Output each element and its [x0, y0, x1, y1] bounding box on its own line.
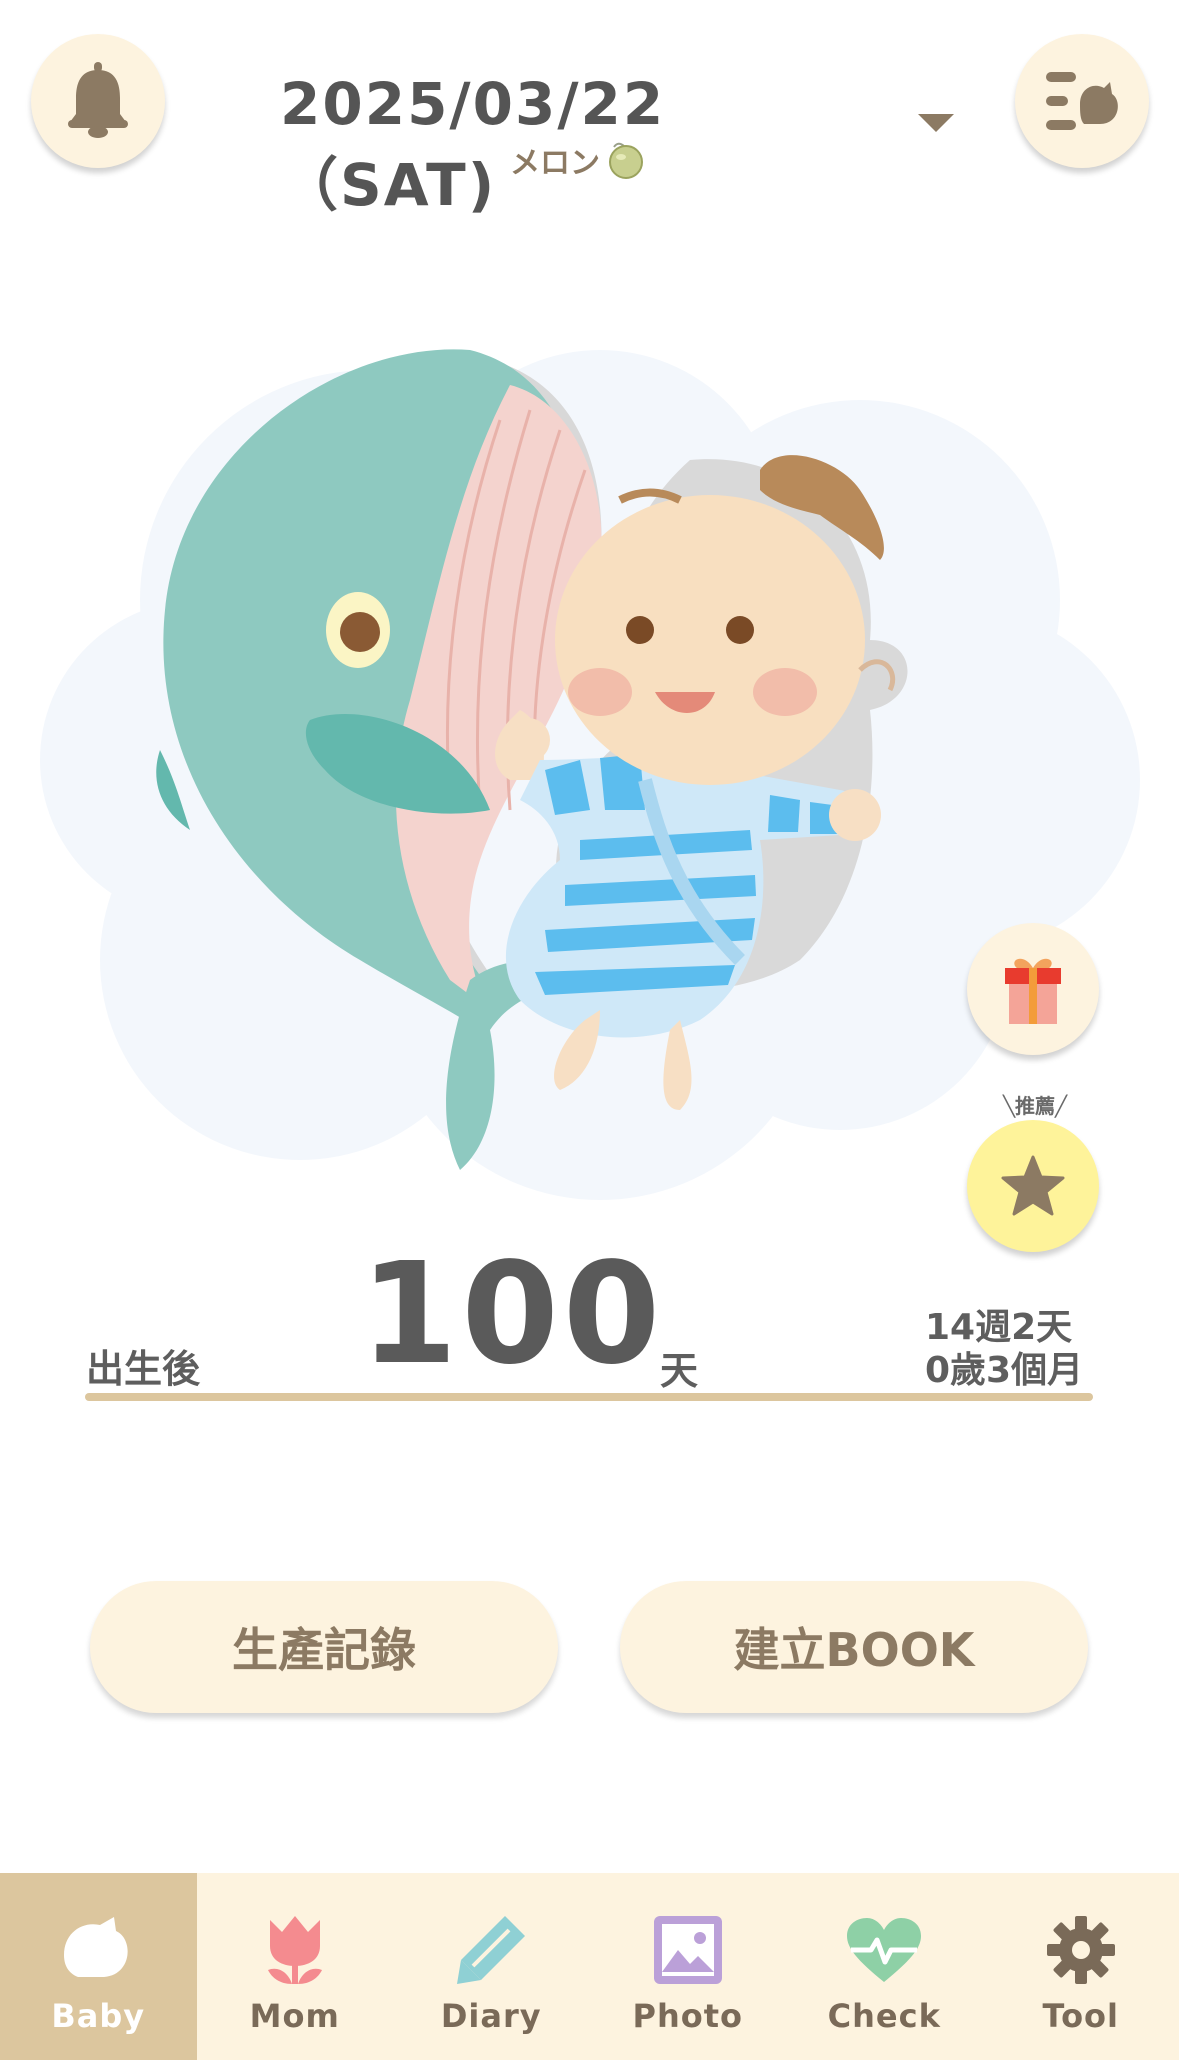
date-dropdown-caret-icon[interactable] — [918, 114, 954, 132]
baby-bird-icon — [64, 1917, 128, 1977]
notification-button[interactable] — [31, 34, 165, 168]
nav-tab-diary[interactable]: Diary — [393, 1873, 590, 2060]
baby-whale-illustration — [40, 349, 1140, 1200]
bell-icon — [68, 62, 128, 138]
nav-label-diary: Diary — [440, 1997, 542, 2035]
bottom-nav: Baby Mom Diary Photo Check Tool — [0, 1873, 1179, 2060]
nav-label-photo: Photo — [632, 1997, 743, 2035]
nav-tab-tool[interactable]: Tool — [983, 1873, 1179, 2060]
divider-line — [85, 1393, 1093, 1401]
days-unit: 天 — [660, 1349, 699, 1393]
nav-tab-check[interactable]: Check — [786, 1873, 983, 2060]
age-months: 0歲3個月 — [925, 1350, 1084, 1391]
baby-size-fruit: メロン — [510, 140, 644, 181]
gear-icon — [1046, 1916, 1115, 1984]
create-book-button[interactable]: 建立BOOK — [620, 1581, 1088, 1713]
photo-icon — [653, 1916, 722, 1984]
tulip-icon — [267, 1916, 322, 1984]
nav-label-tool: Tool — [1042, 1997, 1119, 2035]
recommend-label: ╲推薦╱ — [1002, 1094, 1068, 1118]
birth-record-button[interactable]: 生產記錄 — [90, 1581, 558, 1713]
nav-label-baby: Baby — [51, 1997, 146, 2035]
gift-icon — [1005, 958, 1061, 1024]
gift-button[interactable] — [967, 923, 1099, 1055]
nav-label-mom: Mom — [249, 1997, 340, 2035]
nav-tab-photo[interactable]: Photo — [590, 1873, 787, 2060]
nav-tab-mom[interactable]: Mom — [197, 1873, 394, 2060]
nav-label-check: Check — [827, 1997, 941, 2035]
fruit-size-label: メロン — [510, 146, 600, 181]
menu-list-bird-icon — [1046, 72, 1118, 130]
baby-menu-button[interactable] — [1015, 34, 1149, 168]
star-icon — [1001, 1155, 1065, 1216]
recommend-button[interactable] — [967, 1120, 1099, 1252]
melon-icon — [609, 142, 643, 179]
heartbeat-icon — [847, 1918, 922, 1982]
birth-label: 出生後 — [86, 1347, 201, 1391]
days-count: 100 — [360, 1233, 665, 1396]
nav-tab-baby[interactable]: Baby — [0, 1873, 197, 2060]
pencil-icon — [457, 1916, 526, 1984]
